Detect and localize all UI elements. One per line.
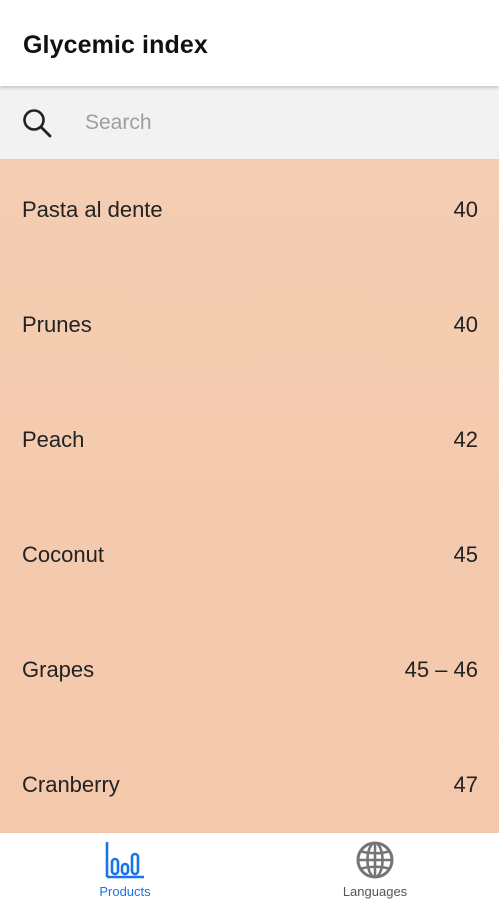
list-item[interactable]: Peach 42 bbox=[0, 389, 499, 504]
product-list: Pasta al dente 40 Prunes 40 Peach 42 Coc… bbox=[0, 159, 499, 833]
product-name: Cranberry bbox=[22, 772, 120, 797]
glycemic-index-value: 45 – 46 bbox=[404, 657, 478, 682]
tab-products[interactable]: Products bbox=[25, 833, 225, 900]
search-icon[interactable] bbox=[21, 107, 53, 139]
app-screen: Glycemic index Pasta al dente 40 Prunes … bbox=[0, 0, 499, 900]
list-item[interactable]: Coconut 45 bbox=[0, 504, 499, 619]
list-item[interactable]: Pasta al dente 40 bbox=[0, 159, 499, 274]
glycemic-index-value: 47 bbox=[453, 772, 478, 797]
product-name: Peach bbox=[22, 427, 85, 452]
product-name: Grapes bbox=[22, 657, 95, 682]
globe-icon bbox=[356, 841, 394, 879]
app-bar: Glycemic index bbox=[0, 0, 499, 86]
page-title: Glycemic index bbox=[23, 31, 208, 59]
product-name: Prunes bbox=[22, 312, 92, 337]
tab-label: Languages bbox=[342, 884, 408, 899]
list-item[interactable]: Prunes 40 bbox=[0, 274, 499, 389]
search-input[interactable] bbox=[85, 106, 475, 140]
bottom-navigation: Products Languages bbox=[0, 833, 499, 900]
list-item[interactable]: Cranberry 47 bbox=[0, 734, 499, 849]
glycemic-index-value: 45 bbox=[453, 542, 478, 567]
tab-languages[interactable]: Languages bbox=[275, 833, 475, 900]
glycemic-index-value: 42 bbox=[453, 427, 478, 452]
bar-chart-icon bbox=[105, 842, 144, 879]
product-name: Pasta al dente bbox=[22, 197, 163, 222]
tab-label: Products bbox=[99, 884, 151, 899]
glycemic-index-value: 40 bbox=[453, 197, 478, 222]
list-item[interactable]: Grapes 45 – 46 bbox=[0, 619, 499, 734]
glycemic-index-value: 40 bbox=[453, 312, 478, 337]
product-name: Coconut bbox=[22, 542, 104, 567]
